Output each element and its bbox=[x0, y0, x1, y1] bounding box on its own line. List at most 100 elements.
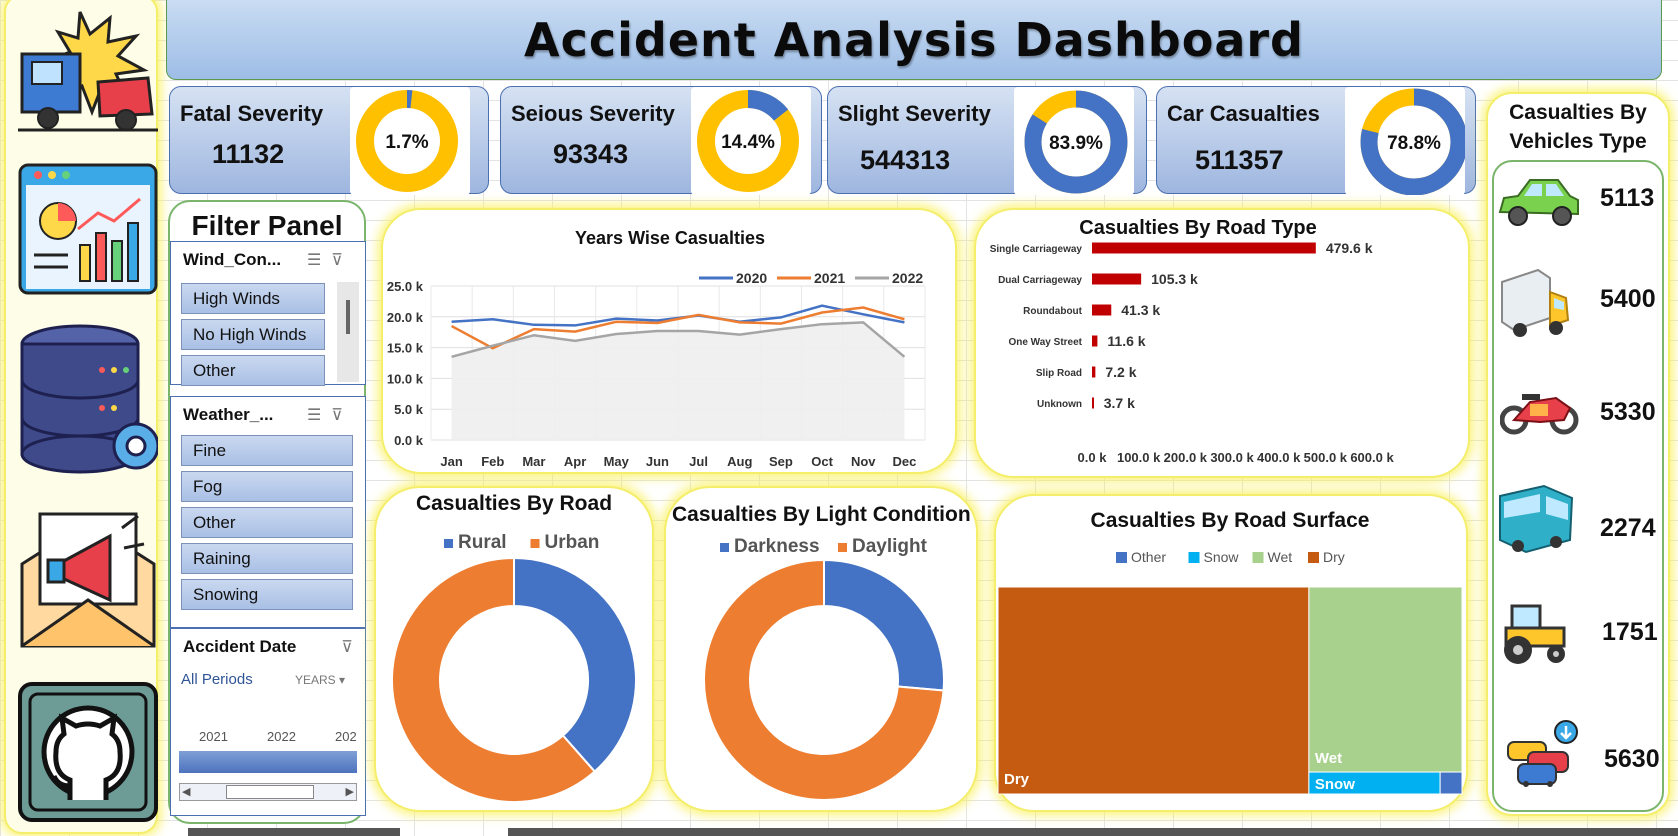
bar bbox=[1092, 397, 1094, 409]
slicer-item[interactable]: Fine bbox=[181, 435, 353, 466]
timeline-scrollbar[interactable]: ◀ ▶ bbox=[179, 783, 357, 801]
bar bbox=[1092, 335, 1098, 347]
y-tick-label: 5.0 k bbox=[394, 402, 424, 417]
kpi-slight-severity: Slight Severity 544313 83.9% bbox=[827, 86, 1147, 195]
timeline-unit[interactable]: YEARS ▾ bbox=[295, 673, 345, 687]
category-label: One Way Street bbox=[1008, 337, 1082, 348]
data-label: 7.2 k bbox=[1105, 364, 1136, 380]
x-tick-label: Apr bbox=[564, 454, 586, 469]
slicer-header: Wind_Con... bbox=[183, 250, 282, 269]
email-megaphone-icon[interactable] bbox=[18, 504, 158, 650]
slicer-item[interactable]: High Winds bbox=[181, 283, 325, 314]
legend-label: Other bbox=[1131, 549, 1166, 565]
database-icon[interactable] bbox=[18, 322, 158, 480]
surface-treemap: Other Snow Wet Dry Dry Wet Snow bbox=[997, 549, 1463, 795]
kpi-percent: 1.7% bbox=[385, 132, 428, 153]
car-icon bbox=[1498, 179, 1579, 226]
timeline-bar[interactable] bbox=[179, 751, 357, 773]
x-tick-label: 200.0 k bbox=[1164, 450, 1208, 465]
x-tick-label: 400.0 k bbox=[1257, 450, 1301, 465]
scrollbar-thumb[interactable] bbox=[226, 785, 314, 799]
kpi-label: Fatal Severity bbox=[180, 101, 324, 126]
kpi-donut: 78.8% bbox=[1360, 88, 1468, 196]
x-tick-label: May bbox=[604, 454, 630, 469]
sheet-scrollbar[interactable] bbox=[508, 828, 1678, 836]
treemap-cell-wet bbox=[1308, 586, 1463, 773]
multi-select-icon[interactable]: ☰ bbox=[307, 407, 331, 424]
treemap-label: Snow bbox=[1315, 776, 1355, 793]
scrollbar-thumb[interactable] bbox=[346, 300, 350, 334]
legend-swatch bbox=[1252, 552, 1264, 563]
legend-label: 2021 bbox=[814, 270, 845, 286]
category-label: Slip Road bbox=[1036, 368, 1082, 379]
x-tick-label: Nov bbox=[851, 454, 876, 469]
slicer-item[interactable]: Other bbox=[181, 507, 353, 538]
bar bbox=[1092, 242, 1316, 254]
github-icon[interactable] bbox=[18, 682, 158, 822]
scroll-right-icon[interactable]: ▶ bbox=[346, 785, 354, 798]
data-label: 3.7 k bbox=[1104, 395, 1135, 411]
x-tick-label: 100.0 k bbox=[1117, 450, 1161, 465]
x-tick-label: 300.0 k bbox=[1210, 450, 1254, 465]
y-tick-label: 15.0 k bbox=[387, 341, 424, 356]
x-tick-label: Aug bbox=[727, 454, 752, 469]
dashboard-icon[interactable] bbox=[18, 163, 158, 295]
data-label: 105.3 k bbox=[1151, 271, 1198, 287]
y-tick-label: 20.0 k bbox=[387, 310, 424, 325]
kpi-value: 11132 bbox=[212, 139, 285, 169]
multi-select-icon[interactable]: ☰ bbox=[307, 252, 331, 269]
legend-swatch bbox=[1188, 552, 1200, 563]
slicer-item[interactable]: Other bbox=[181, 355, 325, 386]
clear-filter-icon[interactable]: ⊽ bbox=[331, 252, 353, 269]
slicer-item[interactable]: Fog bbox=[181, 471, 353, 502]
road-type-bar-chart: Single Carriageway Dual Carriageway Rounda… bbox=[990, 240, 1395, 465]
treemap-cell-dry bbox=[997, 586, 1310, 795]
legend-label: Wet bbox=[1268, 549, 1293, 565]
tractor-icon bbox=[1504, 604, 1566, 664]
slicer-item[interactable]: Snowing bbox=[181, 579, 353, 610]
clear-filter-icon[interactable]: ⊽ bbox=[331, 407, 353, 424]
treemap-cell-other bbox=[1439, 771, 1463, 795]
legend-label: Daylight bbox=[852, 536, 928, 557]
kpi-label: Seious Severity bbox=[511, 101, 675, 126]
kpi-percent: 14.4% bbox=[721, 132, 775, 153]
sheet-scrollbar[interactable] bbox=[188, 828, 400, 836]
accident-date-timeline: Accident Date ⊽ All Periods YEARS ▾ 2021… bbox=[170, 628, 366, 816]
category-label: Unknown bbox=[1037, 399, 1082, 410]
x-tick-label: Oct bbox=[811, 454, 833, 469]
bar bbox=[1092, 273, 1142, 285]
x-tick-label: Mar bbox=[522, 454, 545, 469]
crash-icon[interactable] bbox=[18, 4, 158, 134]
vehicle-value-bus: 2274 bbox=[1600, 514, 1656, 542]
y-tick-label: 10.0 k bbox=[387, 371, 424, 386]
light-donut-chart: Darkness Daylight bbox=[703, 536, 945, 801]
category-label: Dual Carriageway bbox=[998, 275, 1082, 286]
legend-swatch bbox=[530, 539, 540, 548]
y-tick-label: 25.0 k bbox=[387, 279, 424, 294]
legend-swatch bbox=[1308, 552, 1319, 563]
clear-filter-icon[interactable]: ⊽ bbox=[341, 637, 353, 657]
timeline-year: 2022 bbox=[267, 729, 296, 744]
legend-label: Rural bbox=[458, 532, 507, 553]
timeline-year: 202 bbox=[335, 729, 357, 744]
wind-slicer: Wind_Con... ☰⊽ High Winds No High Winds … bbox=[170, 241, 366, 386]
traffic-icon bbox=[1507, 720, 1578, 787]
legend-label: 2022 bbox=[892, 270, 923, 286]
slicer-item[interactable]: No High Winds bbox=[181, 319, 325, 350]
vehicle-value-tractor: 1751 bbox=[1602, 618, 1658, 646]
kpi-fatal-severity: Fatal Severity 11132 1.7% bbox=[169, 86, 489, 195]
vehicle-value-traffic: 5630 bbox=[1604, 745, 1660, 773]
donut-slice-darkness bbox=[823, 558, 945, 692]
scroll-left-icon[interactable]: ◀ bbox=[182, 785, 190, 798]
kpi-percent: 78.8% bbox=[1387, 133, 1441, 154]
treemap-label: Wet bbox=[1315, 750, 1342, 767]
legend-swatch bbox=[838, 543, 847, 552]
data-label: 41.3 k bbox=[1121, 302, 1160, 318]
kpi-label: Car Casualties bbox=[1167, 101, 1320, 126]
legend-label: Darkness bbox=[734, 536, 820, 557]
truck-icon bbox=[1501, 268, 1570, 337]
slicer-item[interactable]: Raining bbox=[181, 543, 353, 574]
vehicles-title: Casualties By Vehicles Type bbox=[1509, 101, 1647, 153]
timeline-year: 2021 bbox=[199, 729, 228, 744]
slicer-scrollbar[interactable] bbox=[337, 282, 359, 382]
